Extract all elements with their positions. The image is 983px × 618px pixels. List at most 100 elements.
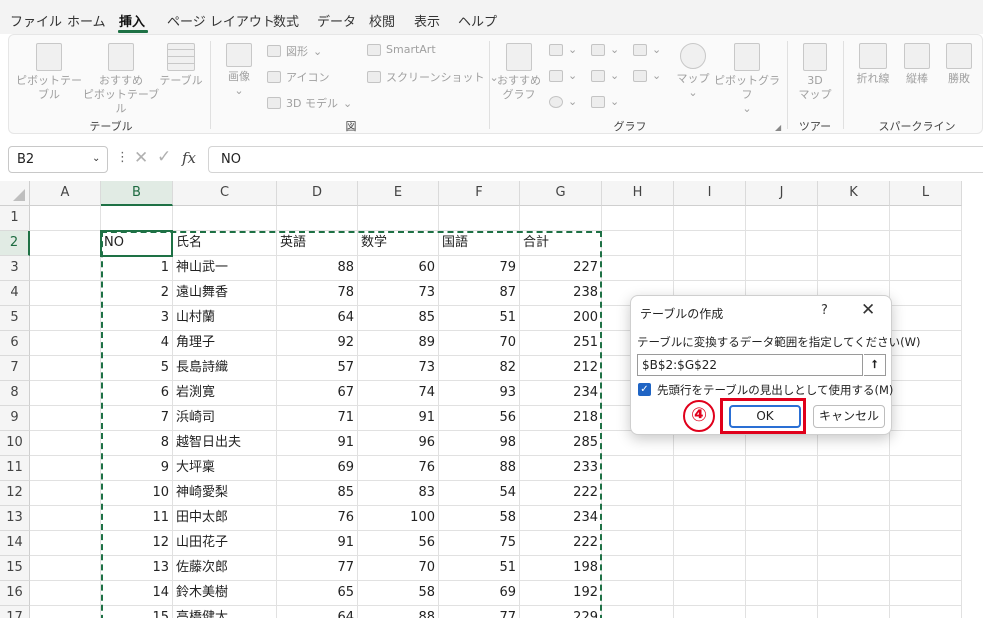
- select-all-button[interactable]: [0, 181, 30, 206]
- cell-d3[interactable]: 88: [277, 256, 358, 281]
- cell-l8[interactable]: [890, 381, 962, 406]
- picture-button[interactable]: 画像 ⌄: [221, 43, 257, 98]
- close-icon[interactable]: ✕: [861, 300, 875, 320]
- cell-c11[interactable]: 大坪稟: [173, 456, 277, 481]
- cell-c6[interactable]: 角理子: [173, 331, 277, 356]
- cell-b13[interactable]: 11: [101, 506, 173, 531]
- maps-button[interactable]: マップ ⌄: [673, 43, 713, 100]
- cell-e15[interactable]: 70: [358, 556, 439, 581]
- cell-c10[interactable]: 越智日出夫: [173, 431, 277, 456]
- recommended-charts-button[interactable]: おすすめ グラフ: [495, 43, 543, 102]
- cell-f2[interactable]: 国語: [439, 231, 520, 256]
- cell-h17[interactable]: [602, 606, 674, 618]
- cell-l11[interactable]: [890, 456, 962, 481]
- cell-g5[interactable]: 200: [520, 306, 602, 331]
- cell-g9[interactable]: 218: [520, 406, 602, 431]
- combo-chart-button[interactable]: ⌄: [633, 69, 661, 82]
- cell-i16[interactable]: [674, 581, 746, 606]
- cell-e11[interactable]: 76: [358, 456, 439, 481]
- cell-h13[interactable]: [602, 506, 674, 531]
- more-options-icon[interactable]: ⋮: [116, 150, 129, 165]
- cell-a14[interactable]: [30, 531, 101, 556]
- cell-h12[interactable]: [602, 481, 674, 506]
- cell-g6[interactable]: 251: [520, 331, 602, 356]
- enter-entry-icon[interactable]: ✓: [157, 147, 171, 167]
- cell-l1[interactable]: [890, 206, 962, 231]
- cell-j16[interactable]: [746, 581, 818, 606]
- cell-h15[interactable]: [602, 556, 674, 581]
- cell-b15[interactable]: 13: [101, 556, 173, 581]
- cell-b8[interactable]: 6: [101, 381, 173, 406]
- cell-e8[interactable]: 74: [358, 381, 439, 406]
- cell-d10[interactable]: 91: [277, 431, 358, 456]
- row-header-1[interactable]: 1: [0, 206, 30, 231]
- row-header-9[interactable]: 9: [0, 406, 30, 431]
- cell-c1[interactable]: [173, 206, 277, 231]
- column-header-g[interactable]: G: [520, 181, 602, 206]
- cell-b11[interactable]: 9: [101, 456, 173, 481]
- cell-f7[interactable]: 82: [439, 356, 520, 381]
- cell-b10[interactable]: 8: [101, 431, 173, 456]
- 3d-map-button[interactable]: 3D マップ: [793, 43, 837, 102]
- cell-a12[interactable]: [30, 481, 101, 506]
- column-header-j[interactable]: J: [746, 181, 818, 206]
- column-header-i[interactable]: I: [674, 181, 746, 206]
- cell-j12[interactable]: [746, 481, 818, 506]
- cell-j14[interactable]: [746, 531, 818, 556]
- cell-k17[interactable]: [818, 606, 890, 618]
- ok-button[interactable]: OK: [729, 405, 801, 428]
- column-header-k[interactable]: K: [818, 181, 890, 206]
- cell-g11[interactable]: 233: [520, 456, 602, 481]
- cell-k3[interactable]: [818, 256, 890, 281]
- cell-d9[interactable]: 71: [277, 406, 358, 431]
- column-header-d[interactable]: D: [277, 181, 358, 206]
- sparkline-winloss-button[interactable]: 勝敗: [941, 43, 977, 86]
- icons-button[interactable]: アイコン: [267, 69, 329, 85]
- cell-e2[interactable]: 数学: [358, 231, 439, 256]
- cell-l12[interactable]: [890, 481, 962, 506]
- cell-f9[interactable]: 56: [439, 406, 520, 431]
- cell-c16[interactable]: 鈴木美樹: [173, 581, 277, 606]
- cell-l16[interactable]: [890, 581, 962, 606]
- tab-help[interactable]: ヘルプ: [458, 11, 497, 30]
- cell-f4[interactable]: 87: [439, 281, 520, 306]
- cell-b6[interactable]: 4: [101, 331, 173, 356]
- cell-g1[interactable]: [520, 206, 602, 231]
- pivot-chart-button[interactable]: ピボットグラフ ⌄: [709, 43, 785, 116]
- has-headers-label[interactable]: 先頭行をテーブルの見出しとして使用する(M): [657, 382, 893, 398]
- cell-k2[interactable]: [818, 231, 890, 256]
- cell-i15[interactable]: [674, 556, 746, 581]
- cell-a3[interactable]: [30, 256, 101, 281]
- cell-k13[interactable]: [818, 506, 890, 531]
- tab-file[interactable]: ファイル: [10, 11, 62, 30]
- cell-l10[interactable]: [890, 431, 962, 456]
- cell-g13[interactable]: 234: [520, 506, 602, 531]
- cell-a2[interactable]: [30, 231, 101, 256]
- cell-f15[interactable]: 51: [439, 556, 520, 581]
- statistic-chart-button[interactable]: ⌄: [591, 69, 619, 82]
- help-icon[interactable]: ?: [821, 303, 828, 318]
- cell-d16[interactable]: 65: [277, 581, 358, 606]
- cell-b5[interactable]: 3: [101, 306, 173, 331]
- dialog-launcher-icon[interactable]: ◢: [775, 123, 781, 132]
- cell-l14[interactable]: [890, 531, 962, 556]
- cell-l3[interactable]: [890, 256, 962, 281]
- cell-f6[interactable]: 70: [439, 331, 520, 356]
- cell-k12[interactable]: [818, 481, 890, 506]
- cell-g16[interactable]: 192: [520, 581, 602, 606]
- cell-j15[interactable]: [746, 556, 818, 581]
- cell-i3[interactable]: [674, 256, 746, 281]
- cell-f16[interactable]: 69: [439, 581, 520, 606]
- cell-g15[interactable]: 198: [520, 556, 602, 581]
- cell-l13[interactable]: [890, 506, 962, 531]
- insert-function-icon[interactable]: fx: [182, 149, 196, 167]
- cancel-entry-icon[interactable]: ✕: [134, 148, 148, 168]
- cell-a16[interactable]: [30, 581, 101, 606]
- row-header-5[interactable]: 5: [0, 306, 30, 331]
- tab-formulas[interactable]: 数式: [273, 11, 299, 30]
- tab-view[interactable]: 表示: [414, 11, 440, 30]
- line-chart-button[interactable]: ⌄: [549, 69, 577, 82]
- cell-e5[interactable]: 85: [358, 306, 439, 331]
- cell-d8[interactable]: 67: [277, 381, 358, 406]
- cell-h14[interactable]: [602, 531, 674, 556]
